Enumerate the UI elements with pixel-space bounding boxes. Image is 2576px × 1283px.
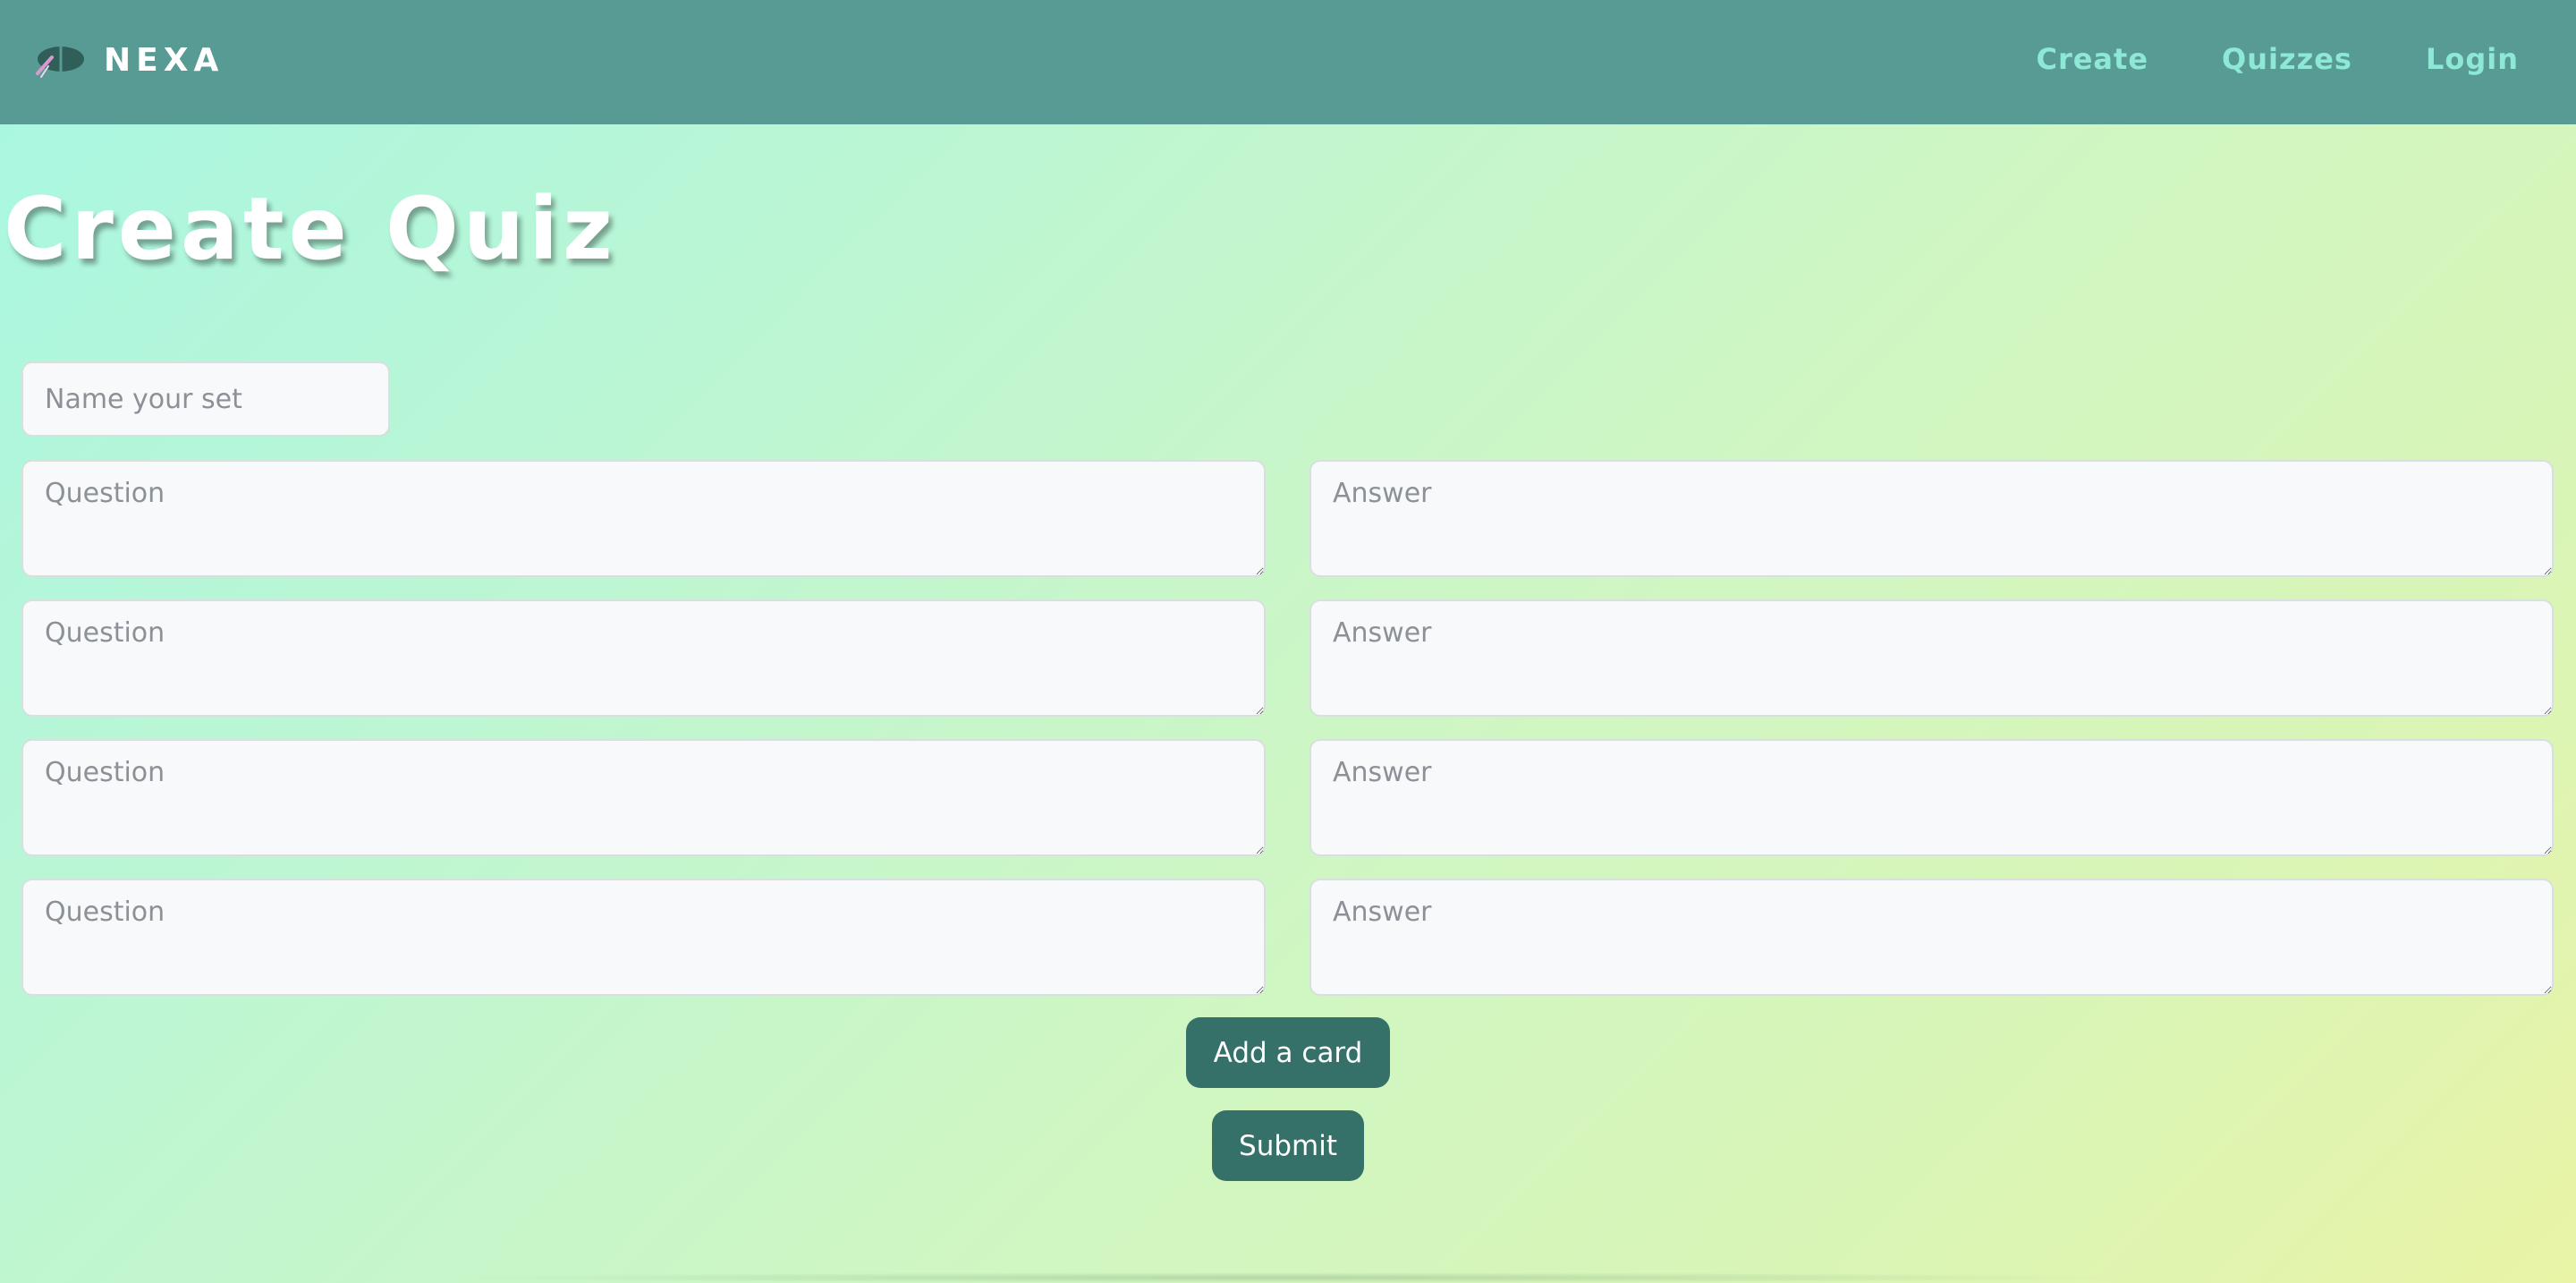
answer-field-2[interactable] — [1309, 599, 2554, 717]
question-field-3[interactable] — [21, 739, 1266, 856]
answer-field-1[interactable] — [1309, 460, 2554, 577]
question-field-2[interactable] — [21, 599, 1266, 717]
add-card-button[interactable]: Add a card — [1186, 1017, 1390, 1088]
brand-name: NEXA — [104, 42, 225, 79]
bottom-shadow — [429, 1272, 2147, 1283]
nexa-logo-icon — [36, 47, 84, 78]
brand[interactable]: NEXA — [32, 39, 224, 82]
answer-field-3[interactable] — [1309, 739, 2554, 856]
navbar: NEXA Create Quizzes Login — [0, 0, 2576, 124]
nav-link-login[interactable]: Login — [2426, 42, 2519, 76]
question-field-1[interactable] — [21, 460, 1266, 577]
question-field-4[interactable] — [21, 879, 1266, 996]
set-name-input[interactable] — [21, 361, 390, 437]
nav-link-quizzes[interactable]: Quizzes — [2222, 42, 2352, 76]
nav-links: Create Quizzes Login — [1962, 0, 2519, 118]
nav-link-create[interactable]: Create — [2036, 42, 2148, 76]
answer-field-4[interactable] — [1309, 879, 2554, 996]
page-title: Create Quiz — [4, 179, 617, 279]
submit-button[interactable]: Submit — [1212, 1110, 1364, 1181]
